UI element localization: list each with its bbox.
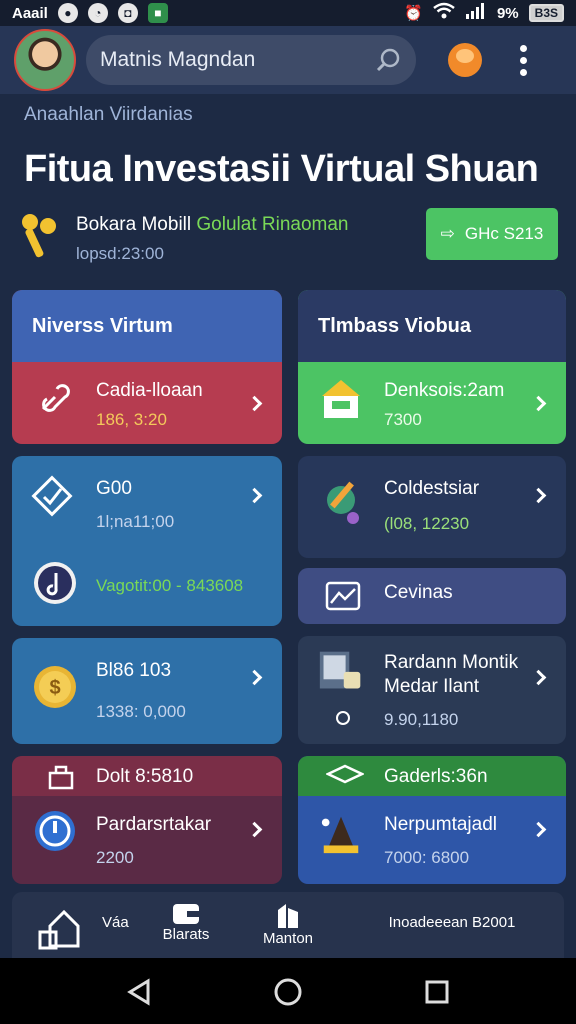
timer-icon (332, 706, 354, 728)
signal-icon (465, 2, 487, 24)
music-icon (32, 560, 78, 606)
search-bar[interactable]: Matnis Magndan (86, 35, 416, 85)
nav-item-building[interactable]: Manton (256, 902, 320, 952)
chevron-right-icon (530, 395, 547, 412)
profile-icon[interactable] (448, 43, 482, 77)
chevron-right-icon (530, 821, 547, 838)
chevron-right-icon (246, 821, 263, 838)
promo-title: Bokara Mobill Golulat Rinaoman (76, 214, 349, 235)
home-icon (38, 909, 80, 950)
treasure-icon (318, 810, 364, 856)
recents-icon[interactable] (424, 979, 450, 1005)
building-icon (278, 904, 298, 928)
pencil-icon (320, 478, 366, 524)
key-icon (20, 212, 64, 262)
section-title: Niverss Virtum (12, 290, 282, 362)
app-icon: ■ (147, 3, 168, 23)
back-icon[interactable] (126, 978, 152, 1006)
avatar[interactable] (14, 29, 76, 91)
list-card[interactable]: $ Bl86 103 1338: 0,000 (12, 638, 282, 744)
list-item[interactable]: Pardarsrtakar 2200 (12, 796, 282, 884)
coin-icon: $ (32, 664, 78, 710)
arrow-icon: ⇨ (440, 224, 455, 243)
promo-button[interactable]: ⇨ GHc S213 (426, 208, 558, 260)
promo-time: lopsd:23:00 (76, 244, 164, 263)
home-circle-icon[interactable] (273, 977, 303, 1007)
chevron-right-icon (530, 487, 547, 504)
list-item[interactable]: G00 1l;na11;00 (12, 456, 282, 542)
power-icon (32, 808, 78, 854)
nav-item-more[interactable]: Inoadeeean B2001 (362, 914, 542, 931)
list-item[interactable]: Nerpumtajadl 7000: 6800 (298, 796, 566, 884)
check-badge-icon (30, 474, 76, 520)
section-title: Tlmbass Viobua (298, 290, 566, 362)
right-section-card: Tlmbass Viobua Denksois:2am 7300 (298, 290, 566, 444)
left-section-card: Niverss Virtum Cadia-lloaan 186, 3:20 (12, 290, 282, 444)
bag-icon (38, 756, 84, 800)
subtitle: Anaahlan Viirdanias (24, 104, 193, 125)
app-icon: ◘ (117, 3, 138, 23)
bottom-nav: Váa Blarats Manton Inoadeeean B2001 (12, 892, 564, 958)
chevron-right-icon (246, 487, 263, 504)
system-nav-bar (0, 958, 576, 1024)
wallet-icon (173, 904, 199, 924)
list-card[interactable]: Rardann Montik Medar Ilant 9.90,1180 (298, 636, 566, 744)
chevron-right-icon (246, 395, 263, 412)
nav-item-home[interactable]: Váa (38, 906, 129, 956)
page-title: Fitua Investasii Virtual Shuan (24, 148, 539, 190)
app-bar: Matnis Magndan (0, 26, 576, 94)
battery-icon: B3S (528, 4, 564, 22)
house-icon (318, 376, 364, 422)
list-card[interactable]: Cevinas (298, 568, 566, 624)
list-item[interactable]: Denksois:2am 7300 (298, 362, 566, 444)
link-icon (32, 376, 78, 422)
search-icon[interactable] (376, 47, 402, 73)
list-item[interactable]: Cadia-lloaan 186, 3:20 (12, 362, 282, 444)
list-item[interactable]: Gaderls:36n (298, 756, 566, 796)
status-bar: Aaail ● ◔ ◘ ■ ⏰ 9% B3S (0, 0, 576, 26)
chart-icon (320, 574, 366, 620)
whatsapp-icon: ● (57, 3, 78, 23)
chevron-right-icon (530, 669, 547, 686)
notebook-icon (318, 648, 364, 694)
list-card: Dolt 8:5810 Pardarsrtakar 2200 (12, 756, 282, 884)
svg-text:$: $ (49, 677, 60, 699)
carrier-label: Aaail (12, 4, 48, 22)
alarm-icon: ⏰ (404, 5, 423, 22)
list-item[interactable]: Dolt 8:5810 (12, 756, 282, 796)
list-card: G00 1l;na11;00 Vagotit:00 - 843608 (12, 456, 282, 626)
search-input[interactable]: Matnis Magndan (100, 48, 376, 72)
nav-label: Váa (102, 914, 129, 931)
list-card: Gaderls:36n Nerpumtajadl 7000: 6800 (298, 756, 566, 884)
list-card[interactable]: Coldestsiar (l08, 12230 (298, 456, 566, 558)
menu-icon[interactable] (520, 44, 527, 76)
cash-icon (322, 756, 368, 798)
messenger-icon: ◔ (87, 3, 108, 23)
list-item[interactable]: Vagotit:00 - 843608 (12, 542, 282, 626)
wifi-icon (433, 2, 455, 24)
battery-percent: 9% (496, 4, 519, 22)
chevron-right-icon (246, 669, 263, 686)
nav-item-wallet[interactable]: Blarats (154, 902, 218, 952)
